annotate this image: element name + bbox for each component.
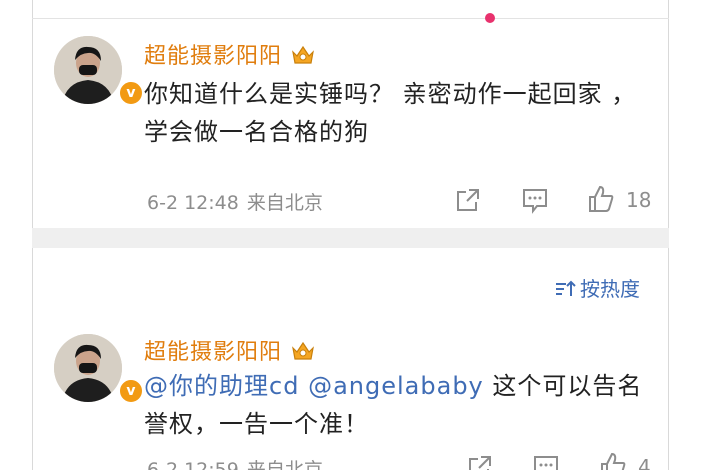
- mention-link[interactable]: @angelababy: [308, 372, 484, 400]
- comment-meta: 6-2 12:59 来自北京: [147, 455, 323, 470]
- share-icon[interactable]: [466, 453, 494, 470]
- comment-item: v 超能摄影阳阳 @你的助理cd @angelababy 这个可以告名誉权，一告…: [32, 248, 668, 470]
- comment-meta: 6-2 12:48 来自北京: [147, 188, 323, 215]
- verified-badge: v: [118, 80, 144, 106]
- crown-icon: [292, 45, 314, 64]
- avatar[interactable]: v: [54, 334, 144, 404]
- comment-username[interactable]: 超能摄影阳阳: [144, 38, 316, 70]
- comment-icon[interactable]: [532, 453, 560, 470]
- like-icon[interactable]: [586, 184, 616, 214]
- comment-date: 6-2 12:59: [147, 459, 239, 470]
- comment-text: 你知道什么是实锤吗？ 亲密动作一起回家 ， 学会做一名合格的狗: [144, 80, 637, 146]
- comment-icon[interactable]: [521, 186, 549, 214]
- like-icon[interactable]: [598, 451, 628, 470]
- comment-username[interactable]: 超能摄影阳阳: [144, 334, 316, 366]
- section-separator: [32, 228, 669, 248]
- comment-location: 来自北京: [246, 459, 323, 470]
- comment-feed: v 超能摄影阳阳 你知道什么是实锤吗？ 亲密动作一起回家 ， 学会做一名合格的狗…: [0, 0, 708, 470]
- username-text[interactable]: 超能摄影阳阳: [144, 44, 282, 69]
- avatar-image: [54, 36, 122, 104]
- avatar-image: [54, 334, 122, 402]
- comment-item: v 超能摄影阳阳 你知道什么是实锤吗？ 亲密动作一起回家 ， 学会做一名合格的狗…: [32, 0, 668, 228]
- verified-badge: v: [118, 378, 144, 404]
- like-count: 4: [638, 455, 651, 470]
- comment-text: @你的助理cd @angelababy 这个可以告名誉权，一告一个准！: [144, 367, 654, 443]
- share-icon[interactable]: [454, 186, 482, 214]
- mention-link[interactable]: @你的助理cd: [144, 372, 299, 400]
- avatar[interactable]: v: [54, 36, 144, 106]
- comment-location: 来自北京: [246, 192, 323, 214]
- comment-date: 6-2 12:48: [147, 192, 239, 214]
- like-count: 18: [626, 188, 652, 212]
- username-text[interactable]: 超能摄影阳阳: [144, 340, 282, 365]
- crown-icon: [292, 341, 314, 360]
